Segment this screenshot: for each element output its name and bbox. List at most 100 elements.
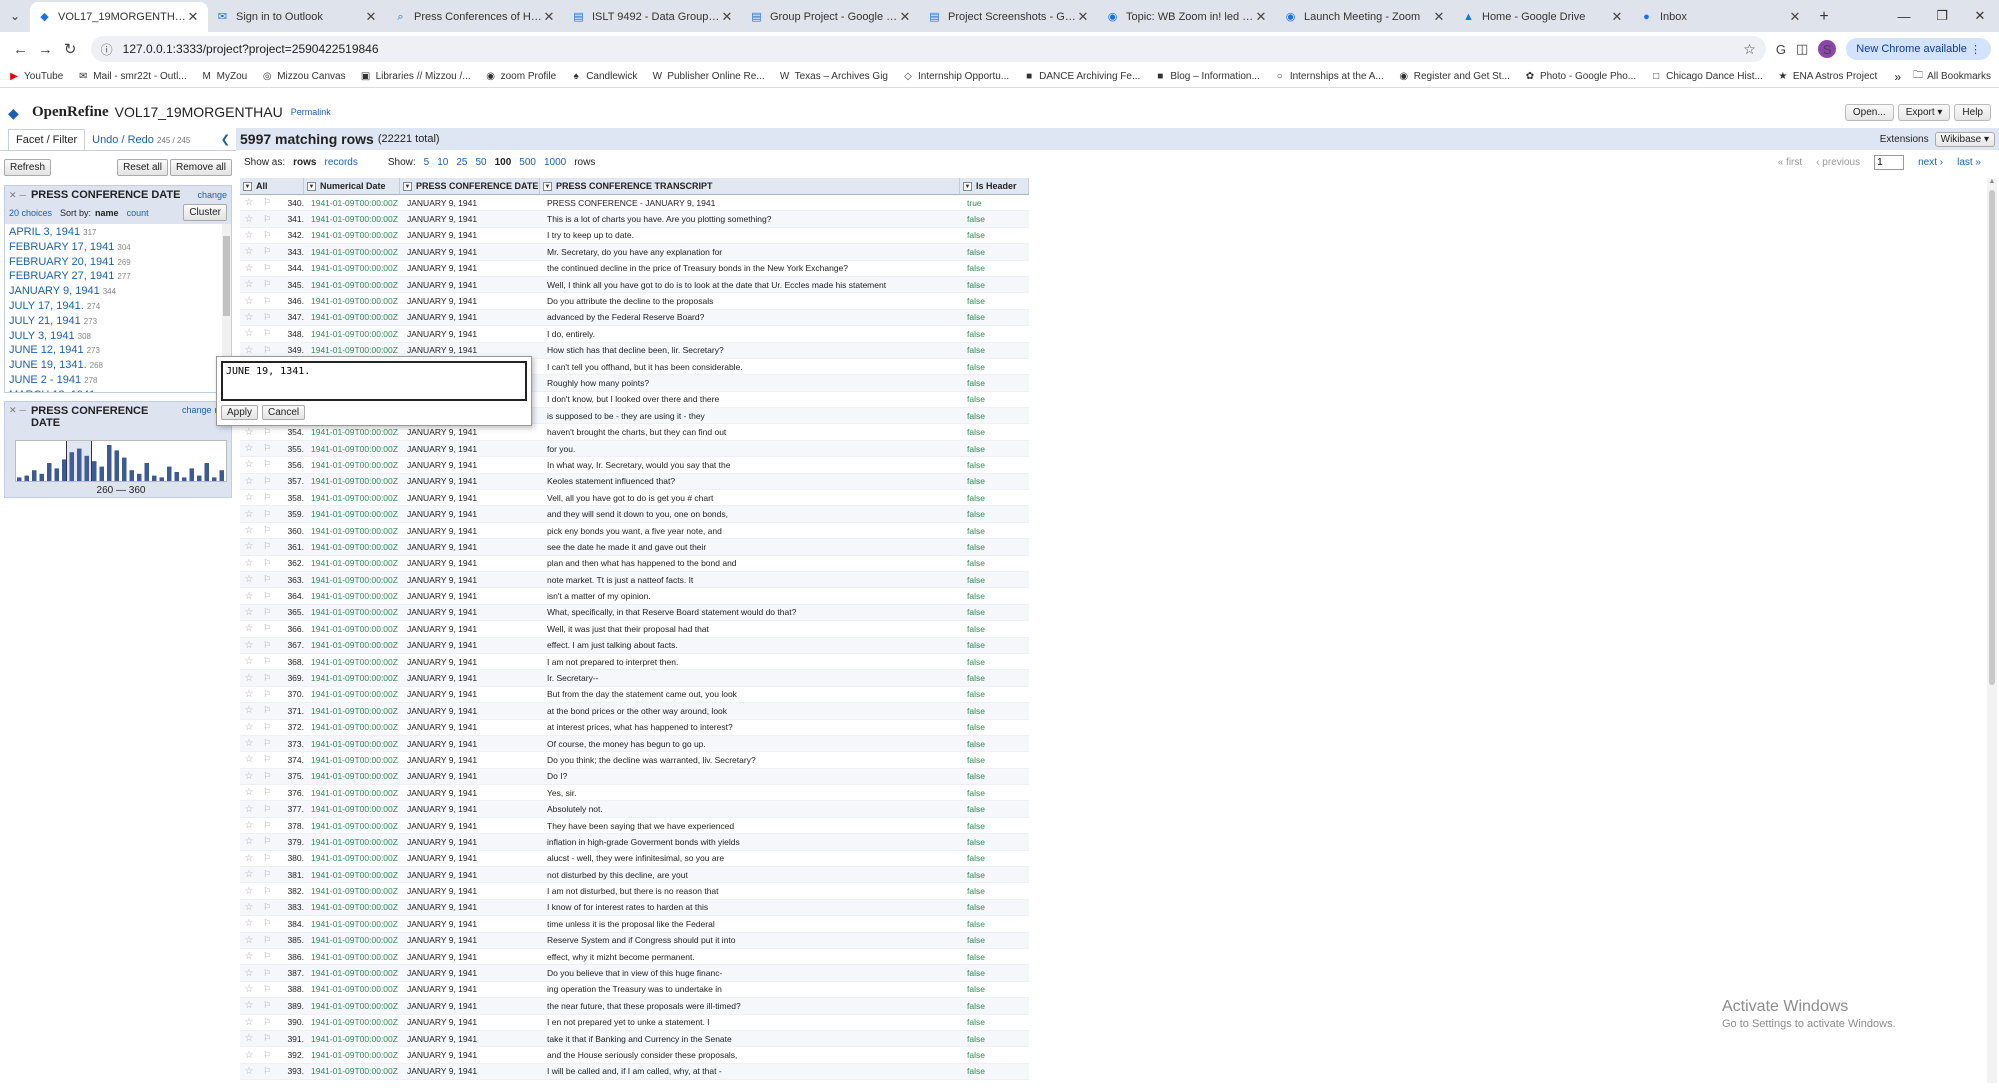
cell-press-conference-date[interactable]: JANUARY 9, 1941 <box>404 640 544 650</box>
flag-icon[interactable]: ⚐ <box>258 279 276 290</box>
flag-icon[interactable]: ⚐ <box>258 673 276 684</box>
cell-is-header[interactable]: false <box>964 640 1029 650</box>
cell-press-conference-date[interactable]: JANUARY 9, 1941 <box>404 919 544 929</box>
cell-press-conference-date[interactable]: JANUARY 9, 1941 <box>404 509 544 519</box>
tab-undo-redo[interactable]: Undo / Redo 245 / 245 <box>85 130 197 150</box>
star-icon[interactable]: ☆ <box>240 459 258 470</box>
cell-transcript[interactable]: Well, I think all you have got to do is … <box>544 280 964 290</box>
project-name[interactable]: VOL17_19MORGENTHAU <box>115 104 283 120</box>
cell-transcript[interactable]: Keoles statement influenced that? <box>544 476 964 486</box>
cell-numerical-date[interactable]: 1941-01-09T00:00:00Z <box>308 460 404 470</box>
main-scrollbar[interactable]: ▲ <box>1987 178 1997 1083</box>
cell-transcript[interactable]: I am not prepared to interpret then. <box>544 657 964 667</box>
cell-transcript[interactable]: Do you think; the decline was warranted,… <box>544 755 964 765</box>
bookmark-star-icon[interactable]: ☆ <box>1743 41 1756 58</box>
all-bookmarks-button[interactable]: 🗀 All Bookmarks <box>1913 68 1991 85</box>
remove-facet-icon[interactable]: ✕ <box>9 405 17 416</box>
browser-tab[interactable]: ✉ Sign in to Outlook ✕ <box>208 2 386 32</box>
star-icon[interactable]: ☆ <box>240 279 258 290</box>
cell-is-header[interactable]: false <box>964 919 1029 929</box>
side-panel-icon[interactable]: ◫ <box>1796 41 1808 57</box>
cell-numerical-date[interactable]: 1941-01-09T00:00:00Z <box>308 1066 404 1076</box>
facet-choice-label[interactable]: APRIL 3, 1941 <box>9 226 80 238</box>
cell-is-header[interactable]: false <box>964 526 1029 536</box>
cell-press-conference-date[interactable]: JANUARY 9, 1941 <box>404 1034 544 1044</box>
cell-transcript[interactable]: haven't brought the charts, but they can… <box>544 427 964 437</box>
cell-press-conference-date[interactable]: JANUARY 9, 1941 <box>404 1066 544 1076</box>
cell-numerical-date[interactable]: 1941-01-09T00:00:00Z <box>308 673 404 683</box>
tab-close-icon[interactable]: ✕ <box>542 9 556 25</box>
cell-transcript[interactable]: not disturbed by this decline, are yout <box>544 870 964 880</box>
column-header-is-header[interactable]: ▼ Is Header <box>960 178 1029 194</box>
flag-icon[interactable]: ⚐ <box>258 1000 276 1011</box>
flag-icon[interactable]: ⚐ <box>258 296 276 307</box>
cell-numerical-date[interactable]: 1941-01-09T00:00:00Z <box>308 280 404 290</box>
cell-transcript[interactable]: But from the day the statement came out,… <box>544 689 964 699</box>
cell-press-conference-date[interactable]: JANUARY 9, 1941 <box>404 230 544 240</box>
cell-is-header[interactable]: false <box>964 984 1029 994</box>
browser-tab[interactable]: ▤ ISLT 9492 - Data Group Paper✕ <box>564 2 742 32</box>
column-menu-icon[interactable]: ▼ <box>403 181 412 191</box>
cell-press-conference-date[interactable]: JANUARY 9, 1941 <box>404 657 544 667</box>
cell-press-conference-date[interactable]: JANUARY 9, 1941 <box>404 1050 544 1060</box>
flag-icon[interactable]: ⚐ <box>258 1033 276 1044</box>
star-icon[interactable]: ☆ <box>240 492 258 503</box>
star-icon[interactable]: ☆ <box>240 312 258 323</box>
cell-transcript[interactable]: and they will send it down to you, one o… <box>544 509 964 519</box>
flag-icon[interactable]: ⚐ <box>258 902 276 913</box>
star-icon[interactable]: ☆ <box>240 1017 258 1028</box>
browser-tab[interactable]: ◆ VOL17_19MORGENTHAU - O✕ <box>30 2 208 32</box>
flag-icon[interactable]: ⚐ <box>258 1017 276 1028</box>
cell-press-conference-date[interactable]: JANUARY 9, 1941 <box>404 280 544 290</box>
facet-choice[interactable]: JULY 17, 1941. 274 <box>9 300 227 315</box>
cell-is-header[interactable]: false <box>964 804 1029 814</box>
restore-icon[interactable]: ❐ <box>1923 0 1961 32</box>
flag-icon[interactable]: ⚐ <box>258 804 276 815</box>
cell-press-conference-date[interactable]: JANUARY 9, 1941 <box>404 591 544 601</box>
tab-close-icon[interactable]: ✕ <box>1254 9 1268 25</box>
facet-choice[interactable]: MARCH 13, 1941357 <box>9 389 227 392</box>
cell-is-header[interactable]: false <box>964 739 1029 749</box>
star-icon[interactable]: ☆ <box>240 541 258 552</box>
bookmark-item[interactable]: ◎ Mizzou Canvas <box>261 71 346 83</box>
tab-close-icon[interactable]: ✕ <box>1788 9 1802 25</box>
cell-transcript[interactable]: PRESS CONFERENCE - JANUARY 9, 1941 <box>544 198 964 208</box>
facet-choice[interactable]: JUNE 19, 1341. 268 <box>9 359 227 374</box>
star-icon[interactable]: ☆ <box>240 640 258 651</box>
bookmark-item[interactable]: ★ ENA Astros Project <box>1777 71 1877 83</box>
cell-numerical-date[interactable]: 1941-01-09T00:00:00Z <box>308 722 404 732</box>
flag-icon[interactable]: ⚐ <box>258 476 276 487</box>
cell-transcript[interactable]: Do you believe that in view of this huge… <box>544 968 964 978</box>
browser-tab[interactable]: ▤ Group Project - Google Docs ✕ <box>742 2 920 32</box>
cell-numerical-date[interactable]: 1941-01-09T00:00:00Z <box>308 312 404 322</box>
cell-is-header[interactable]: false <box>964 821 1029 831</box>
cell-press-conference-date[interactable]: JANUARY 9, 1941 <box>404 444 544 454</box>
flag-icon[interactable]: ⚐ <box>258 525 276 536</box>
cell-is-header[interactable]: false <box>964 788 1029 798</box>
cell-is-header[interactable]: false <box>964 1001 1029 1011</box>
flag-icon[interactable]: ⚐ <box>258 836 276 847</box>
star-icon[interactable]: ☆ <box>240 197 258 208</box>
cell-press-conference-date[interactable]: JANUARY 9, 1941 <box>404 575 544 585</box>
cell-transcript[interactable]: Mr. Secretary, do you have any explanati… <box>544 247 964 257</box>
cell-is-header[interactable]: false <box>964 624 1029 634</box>
star-icon[interactable]: ☆ <box>240 246 258 257</box>
cell-numerical-date[interactable]: 1941-01-09T00:00:00Z <box>308 739 404 749</box>
cell-press-conference-date[interactable]: JANUARY 9, 1941 <box>404 460 544 470</box>
tab-search-icon[interactable]: ⌄ <box>0 0 30 32</box>
star-icon[interactable]: ☆ <box>240 918 258 929</box>
star-icon[interactable]: ☆ <box>240 1050 258 1061</box>
cell-press-conference-date[interactable]: JANUARY 9, 1941 <box>404 984 544 994</box>
flag-icon[interactable]: ⚐ <box>258 918 276 929</box>
address-bar[interactable]: ⓘ 127.0.0.1:3333/project?project=2590422… <box>90 36 1766 62</box>
cell-press-conference-date[interactable]: JANUARY 9, 1941 <box>404 853 544 863</box>
facet-choice-label[interactable]: FEBRUARY 20, 1941 <box>9 256 114 268</box>
cell-transcript[interactable]: Yes, sir. <box>544 788 964 798</box>
cell-transcript[interactable]: Absolutely not. <box>544 804 964 814</box>
cell-is-header[interactable]: false <box>964 1050 1029 1060</box>
cell-is-header[interactable]: false <box>964 1066 1029 1076</box>
cell-transcript[interactable]: inflation in high-grade Goverment bonds … <box>544 837 964 847</box>
flag-icon[interactable]: ⚐ <box>258 738 276 749</box>
facet-choice[interactable]: JUNE 12, 1941 273 <box>9 344 227 359</box>
cell-press-conference-date[interactable]: JANUARY 9, 1941 <box>404 755 544 765</box>
